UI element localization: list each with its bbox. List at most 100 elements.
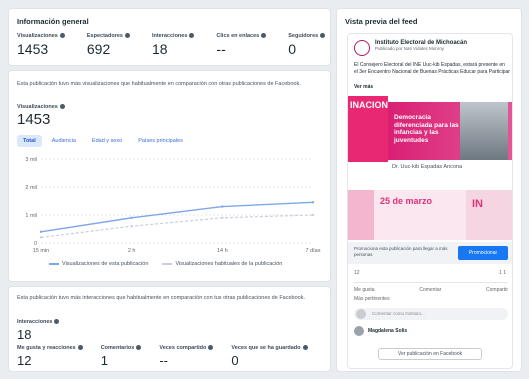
post-text: El Consejero Electoral del INE Uuc-kib E… bbox=[354, 62, 510, 75]
stat-link-clicks: Clics en enlaces -- bbox=[216, 33, 267, 57]
stat-link-clicks-label: Clics en enlaces bbox=[216, 33, 260, 39]
legend-item-typical: Visualizaciones habituales de la publica… bbox=[162, 261, 282, 267]
info-icon[interactable] bbox=[136, 345, 142, 351]
tab-total[interactable]: Total bbox=[17, 135, 42, 147]
promote-text: Promociona esta publicación para llegar … bbox=[354, 246, 448, 257]
stat-shares-value: -- bbox=[159, 353, 168, 368]
comment-sort-dropdown[interactable]: Más pertinentes bbox=[354, 296, 390, 302]
reactions-count[interactable]: 12 bbox=[354, 270, 360, 276]
stat-shares-label: Veces compartido bbox=[159, 345, 207, 351]
x-tick-label: 2 h bbox=[128, 248, 136, 254]
data-point[interactable] bbox=[39, 236, 43, 239]
speaker-photo bbox=[460, 102, 508, 160]
comment-placeholder: Comentar como Instituto... bbox=[372, 311, 425, 316]
info-icon[interactable] bbox=[189, 33, 195, 39]
promote-button[interactable]: Promocionar bbox=[458, 246, 508, 260]
stat-saves-label: Veces que se ha guardado bbox=[231, 345, 301, 351]
stat-saves-value: 0 bbox=[231, 353, 239, 368]
stat-saves: Veces que se ha guardado 0 bbox=[231, 345, 308, 368]
info-icon[interactable] bbox=[59, 33, 65, 39]
legend-label: Visualizaciones habituales de la publica… bbox=[175, 261, 283, 267]
data-point[interactable] bbox=[221, 205, 224, 208]
image-top: INACIONAL Democracia diferenciada para l… bbox=[348, 94, 512, 188]
views-label: Visualizaciones bbox=[17, 104, 58, 110]
post-meta: Publicado por Nati Vidales Monroy bbox=[375, 46, 444, 51]
interactions-stats: Me gusta y reacciones 12 Comentarios 1 V… bbox=[17, 345, 326, 368]
post-image[interactable]: INACIONAL Democracia diferenciada para l… bbox=[348, 94, 512, 240]
stat-reactions-value: 12 bbox=[17, 353, 32, 368]
info-icon[interactable] bbox=[124, 33, 130, 39]
interactions-intro: Esta publicación tuvo más interacciones … bbox=[17, 295, 306, 301]
page-avatar[interactable] bbox=[354, 40, 370, 56]
info-icon[interactable] bbox=[302, 345, 308, 351]
stat-interactions: Interacciones 18 bbox=[151, 33, 195, 57]
tab-audience[interactable]: Audiencia bbox=[46, 135, 82, 147]
y-tick-label: 0 bbox=[34, 241, 37, 247]
data-point[interactable] bbox=[130, 216, 133, 219]
info-icon[interactable] bbox=[59, 104, 65, 110]
view-on-facebook-button[interactable]: Ver publicación en Facebook bbox=[378, 348, 482, 360]
image-logo-text: INACIONAL bbox=[348, 96, 400, 162]
stat-followers-label: Seguidores bbox=[288, 33, 319, 39]
series-line-this-post bbox=[40, 201, 314, 233]
x-tick-label: 14 h bbox=[217, 248, 228, 254]
views-value: 1453 bbox=[17, 111, 51, 128]
comment-input[interactable]: Comentar como Instituto... bbox=[354, 308, 508, 320]
user-avatar bbox=[356, 309, 366, 319]
info-icon[interactable] bbox=[261, 33, 267, 39]
stat-interactions-label: Interacciones bbox=[151, 33, 188, 39]
stat-viewers-label: Espectadores bbox=[86, 33, 123, 39]
stat-comments-label: Comentarios bbox=[100, 345, 135, 351]
image-bottom-right: IN bbox=[466, 190, 512, 240]
in-logo-text: IN bbox=[472, 198, 483, 210]
feed-preview-title: Vista previa del feed bbox=[345, 17, 418, 26]
views-tabs: Total Audiencia Edad y sexo Países princ… bbox=[17, 135, 193, 147]
comment-button[interactable]: Comentar bbox=[419, 287, 441, 293]
stat-views-value: 1453 bbox=[17, 41, 49, 57]
stat-comments-value: 1 bbox=[100, 353, 108, 368]
info-icon[interactable] bbox=[208, 345, 214, 351]
stat-interactions-value: 18 bbox=[151, 41, 168, 57]
y-tick-label: 1 mil bbox=[25, 213, 37, 219]
info-icon[interactable] bbox=[77, 345, 83, 351]
promote-bar: Promociona esta publicación para llegar … bbox=[348, 242, 512, 264]
legend-label: Visualizaciones de esta publicación bbox=[62, 261, 149, 267]
views-card: Esta publicación tuvo más visualizacione… bbox=[8, 70, 331, 282]
stat-followers: Seguidores 0 bbox=[288, 33, 326, 57]
like-button[interactable]: Me gusta bbox=[354, 287, 375, 293]
image-banner: Democracia diferenciada para las infanci… bbox=[388, 102, 512, 160]
feed-preview-card: Vista previa del feed Instituto Electora… bbox=[336, 8, 522, 372]
chart-legend: Visualizaciones de esta publicación Visu… bbox=[49, 261, 296, 267]
views-intro: Esta publicación tuvo más visualizacione… bbox=[17, 81, 301, 87]
stat-viewers-value: 692 bbox=[86, 41, 111, 57]
post-actions: Me gusta Comentar Compartir bbox=[354, 282, 508, 293]
interactions-card: Esta publicación tuvo más interacciones … bbox=[8, 286, 331, 372]
general-info-card: Información general Visualizaciones 1453… bbox=[8, 8, 331, 66]
legend-swatch bbox=[162, 263, 173, 265]
info-icon[interactable] bbox=[54, 319, 60, 325]
comment-author[interactable]: Magdalena Solis bbox=[368, 328, 407, 334]
data-point[interactable] bbox=[130, 225, 133, 228]
stat-viewers: Espectadores 692 bbox=[87, 33, 130, 57]
tab-age-gender[interactable]: Edad y sexo bbox=[86, 135, 128, 147]
info-icon[interactable] bbox=[320, 33, 326, 39]
general-stats: Visualizaciones 1453 Espectadores 692 In… bbox=[17, 33, 347, 57]
y-tick-label: 3 mil bbox=[25, 157, 37, 163]
y-tick-label: 2 mil bbox=[25, 185, 37, 191]
stat-reactions: Me gusta y reacciones 12 bbox=[17, 345, 83, 368]
data-point[interactable] bbox=[39, 230, 43, 233]
banner-sub: Dr. Uuc-kib Espadas Ancona bbox=[392, 164, 463, 170]
banner-text: Democracia diferenciada para las infanci… bbox=[394, 114, 459, 144]
share-button[interactable]: Compartir bbox=[486, 287, 508, 293]
x-tick-label: 15 min bbox=[33, 248, 50, 254]
tab-top-countries[interactable]: Países principales bbox=[132, 135, 189, 147]
comment-item: Magdalena Solis bbox=[354, 326, 407, 336]
data-point[interactable] bbox=[311, 201, 315, 204]
comments-shares-count[interactable]: 1 1 bbox=[499, 270, 506, 276]
legend-item-this-post: Visualizaciones de esta publicación bbox=[49, 261, 148, 267]
see-more-link[interactable]: Ver más bbox=[354, 84, 373, 90]
commenter-avatar[interactable] bbox=[354, 326, 364, 336]
data-point[interactable] bbox=[221, 216, 224, 219]
data-point[interactable] bbox=[311, 213, 315, 217]
post-header: Instituto Electoral de Michoacán Publica… bbox=[354, 40, 467, 56]
